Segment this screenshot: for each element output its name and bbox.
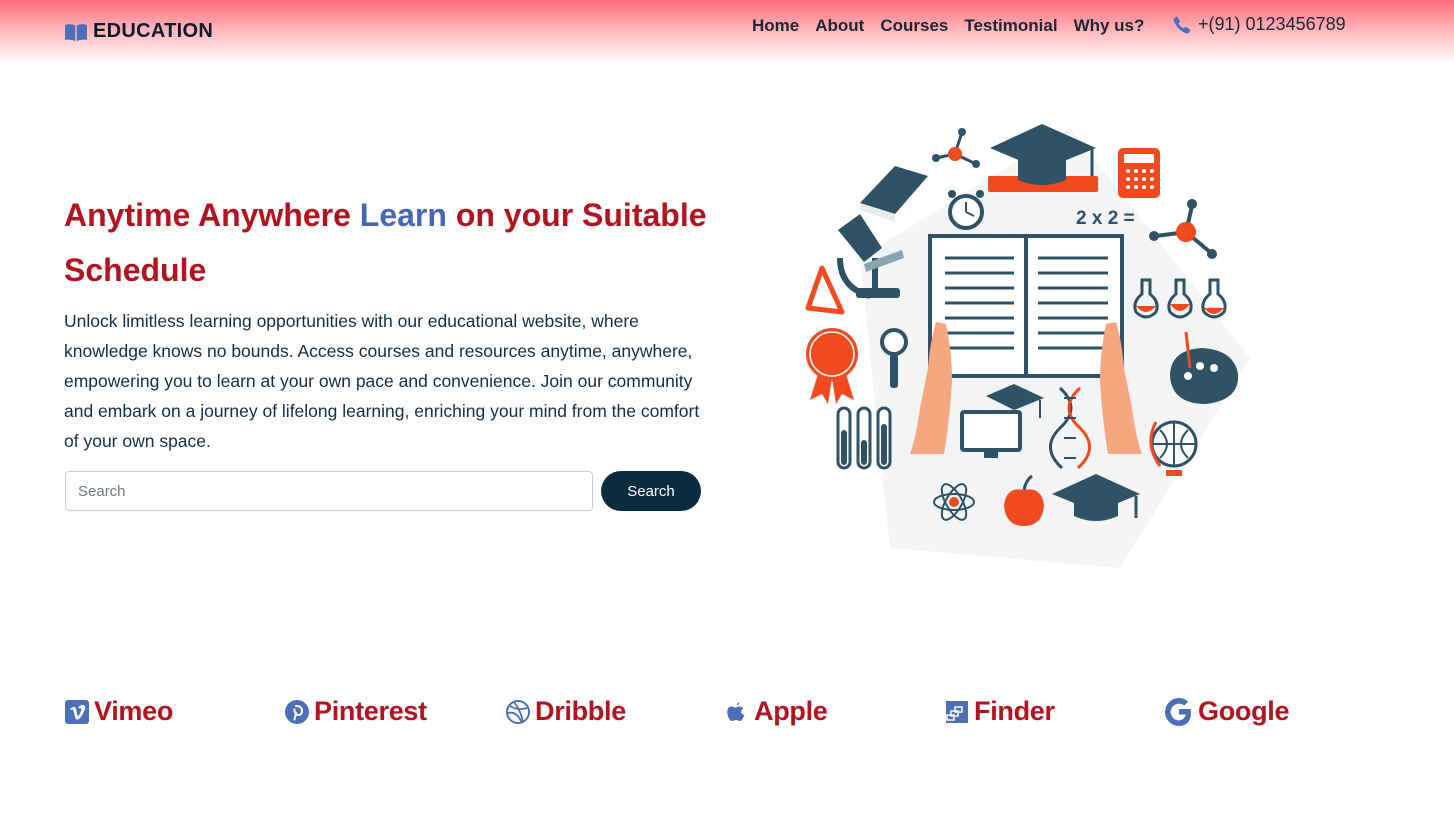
main-nav: Home About Courses Testimonial Why us? [752,16,1152,36]
brand-name-pinterest: Pinterest [314,696,427,726]
nav-home[interactable]: Home [752,16,807,36]
brand-dribbble[interactable]: Dribble [505,696,626,727]
hero-title: Anytime Anywhere Learn on your Suitable … [64,188,724,298]
molecule-icon [932,128,980,168]
alarm-clock-icon [948,190,984,230]
search-input[interactable] [65,471,593,511]
test-tubes-icon [836,406,892,470]
google-icon [1165,697,1191,726]
phone-number: +(91) 0123456789 [1198,14,1346,34]
nav-courses[interactable]: Courses [872,16,956,36]
brand-vimeo[interactable]: Vimeo [64,696,173,727]
brand-name-vimeo: Vimeo [94,696,174,726]
apple-icon [727,701,745,721]
brand-name-apple: Apple [754,696,828,726]
education-illustration: 2 x 2 = [805,124,1250,568]
brand-logo[interactable]: EDUCATION [64,20,213,43]
pinterest-icon [285,699,309,724]
open-book-center-icon [928,234,1124,378]
triangle-ruler-icon [805,265,845,315]
hero-title-accent: Learn [359,197,447,233]
nav-about[interactable]: About [807,16,872,36]
brand-partners: Vimeo Pinterest Dribble Apple Finder Goo… [64,696,1364,736]
brand-name-finder: Finder [974,696,1055,726]
navbar: EDUCATION Home About Courses Testimonial… [0,0,1454,64]
dribbble-icon [506,699,530,724]
brand-finder[interactable]: Finder [944,696,1055,727]
hero-description: Unlock limitless learning opportunities … [64,311,700,451]
brand-pinterest[interactable]: Pinterest [284,696,427,727]
brand-name-dribbble: Dribble [535,696,626,726]
finder-icon [946,700,968,723]
vimeo-icon [65,699,89,724]
search-button[interactable]: Search [601,471,701,511]
brand-name-google: Google [1198,696,1290,726]
award-ribbon-icon [806,328,858,404]
math-text: 2 x 2 = [1076,208,1135,229]
book-icon [860,166,928,222]
brand-apple[interactable]: Apple [724,696,828,727]
nav-testimonial[interactable]: Testimonial [956,16,1065,36]
phone-link[interactable]: +(91) 0123456789 [1172,14,1346,35]
brand-name: EDUCATION [93,20,214,42]
open-book-icon [65,23,87,41]
hero-title-part1: Anytime Anywhere [64,197,360,233]
brand-google[interactable]: Google [1164,696,1290,727]
nav-why-us[interactable]: Why us? [1066,16,1153,36]
phone-icon [1173,16,1191,33]
calculator-icon [1118,148,1160,198]
